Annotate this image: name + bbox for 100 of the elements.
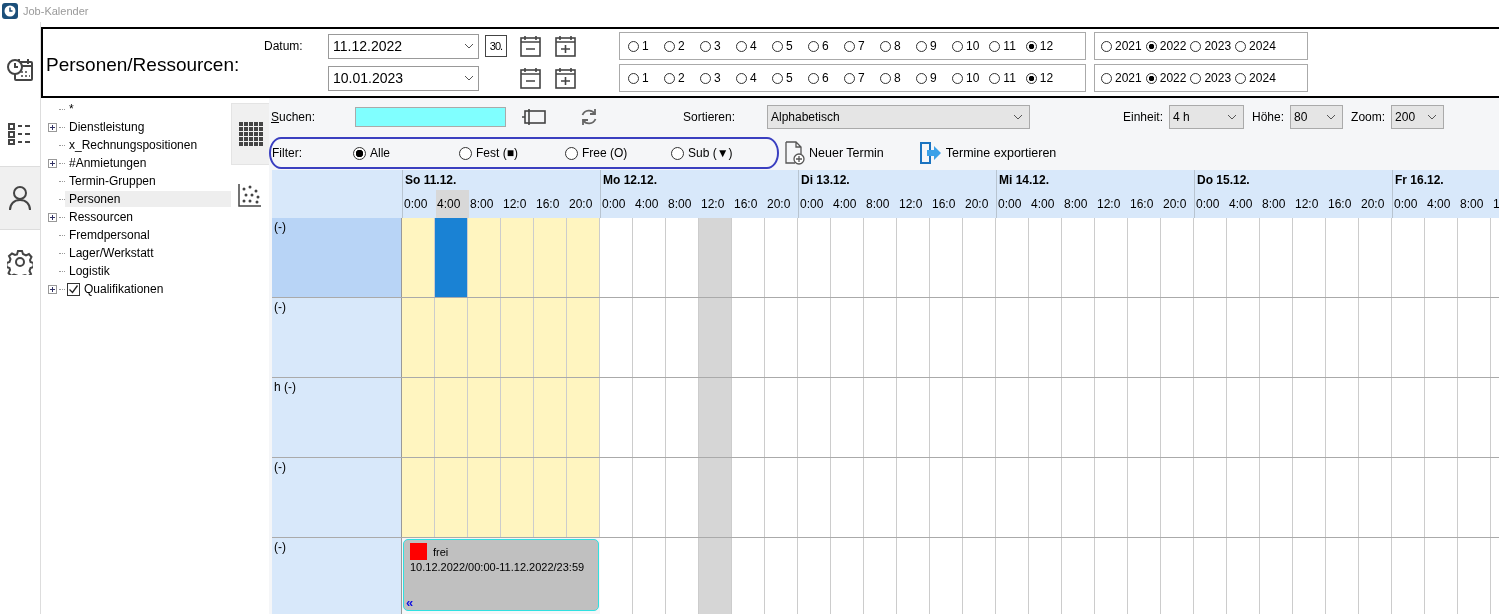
time-slot[interactable] [1425,378,1458,457]
time-slot[interactable] [1128,378,1161,457]
time-slot[interactable] [1392,458,1425,537]
time-slot[interactable] [666,378,699,457]
time-slot[interactable] [468,458,501,537]
expand-plus-icon[interactable] [47,122,57,132]
time-slot[interactable] [996,458,1029,537]
radio-dot[interactable] [664,40,675,52]
appointment-card[interactable]: frei 10.12.2022/00:00-11.12.2022/23:59 « [403,539,599,611]
radio-dot[interactable] [628,40,639,52]
time-slot[interactable] [666,458,699,537]
radio-dot[interactable] [844,72,855,84]
time-slot[interactable] [1161,538,1194,614]
radio-dot[interactable] [844,40,855,52]
time-slot[interactable] [1359,378,1392,457]
resource-row-label[interactable]: (-) [272,458,402,537]
calendar-minus-icon[interactable] [519,34,542,58]
time-slot[interactable] [930,538,963,614]
time-slot[interactable] [1359,298,1392,377]
time-slot[interactable] [1161,298,1194,377]
time-slot[interactable] [1458,298,1491,377]
time-slot[interactable] [468,218,501,297]
time-slot[interactable] [1458,378,1491,457]
column-frame-icon[interactable] [521,108,547,126]
refresh-icon[interactable] [579,107,599,127]
year-radio[interactable]: 2022 [1145,39,1187,53]
time-slot[interactable] [1227,298,1260,377]
radio-dot[interactable] [1145,72,1157,84]
year-radio[interactable]: 2022 [1145,71,1187,85]
tree-item[interactable]: Qualifikationen [80,281,231,297]
resource-row-label[interactable]: (-) [272,538,402,614]
time-slot[interactable] [963,378,996,457]
radio-dot[interactable] [1101,40,1112,52]
month-radio[interactable]: 5 [772,39,798,53]
radio-dot[interactable] [880,72,891,84]
time-slot[interactable] [1392,218,1425,297]
month-radio[interactable]: 12 [1025,39,1054,53]
time-slot[interactable] [1062,458,1095,537]
time-slot[interactable] [600,458,633,537]
tree-item[interactable]: Lager/Werkstatt [65,245,231,261]
month-radio[interactable]: 6 [808,39,834,53]
action-button[interactable]: Termine exportieren [919,142,1057,164]
year-radio[interactable]: 2023 [1190,71,1232,85]
time-slot[interactable] [897,458,930,537]
radio-dot[interactable] [1235,72,1247,84]
time-slot[interactable] [732,218,765,297]
time-slot[interactable] [534,218,567,297]
time-slot[interactable] [864,218,897,297]
time-slot[interactable] [1326,458,1359,537]
resource-row-label[interactable]: (-) [272,218,402,297]
radio-dot[interactable] [736,40,747,52]
time-slot[interactable] [1458,538,1491,614]
time-slot[interactable] [1359,458,1392,537]
sort-dropdown[interactable]: Alphabetisch [767,105,1030,129]
time-slot[interactable] [501,298,534,377]
time-slot[interactable] [1326,378,1359,457]
month-radio[interactable]: 8 [880,39,906,53]
time-slot[interactable] [468,298,501,377]
view-tab[interactable] [231,103,269,165]
radio-dot[interactable] [1190,40,1202,52]
month-radio[interactable]: 7 [844,71,870,85]
month-radio[interactable]: 3 [700,39,726,53]
month-radio[interactable]: 8 [880,71,906,85]
time-slot[interactable] [1029,378,1062,457]
time-slot[interactable] [897,298,930,377]
time-slot[interactable] [864,298,897,377]
search-field[interactable] [355,107,506,127]
time-slot[interactable] [567,218,600,297]
radio-dot[interactable] [916,72,927,84]
time-slot[interactable] [1260,378,1293,457]
time-slot[interactable] [1095,218,1128,297]
radio-dot[interactable] [664,72,675,84]
time-slot[interactable] [1227,458,1260,537]
time-slot[interactable] [1128,298,1161,377]
time-slot[interactable] [1194,378,1227,457]
time-slot[interactable] [864,458,897,537]
radio-dot[interactable] [700,72,711,84]
month-radio[interactable]: 1 [628,39,654,53]
time-slot[interactable] [930,458,963,537]
time-slot[interactable] [1029,538,1062,614]
time-slot[interactable] [996,218,1029,297]
time-slot[interactable] [468,378,501,457]
time-slot[interactable] [600,378,633,457]
month-radio[interactable]: 4 [736,39,762,53]
radio-dot[interactable] [952,40,963,52]
time-slot[interactable] [1161,218,1194,297]
month-radio[interactable]: 3 [700,71,726,85]
radio-dot[interactable] [671,146,684,160]
time-slot[interactable] [930,298,963,377]
time-slot[interactable] [534,298,567,377]
time-slot[interactable] [633,538,666,614]
time-slot[interactable] [798,218,831,297]
time-slot[interactable] [1260,458,1293,537]
time-slot[interactable] [798,378,831,457]
time-slot[interactable] [1458,458,1491,537]
month-radio[interactable]: 2 [664,71,690,85]
time-slot[interactable] [1326,538,1359,614]
time-slot[interactable] [666,298,699,377]
time-slot[interactable] [402,218,435,297]
time-slot[interactable] [699,218,732,297]
